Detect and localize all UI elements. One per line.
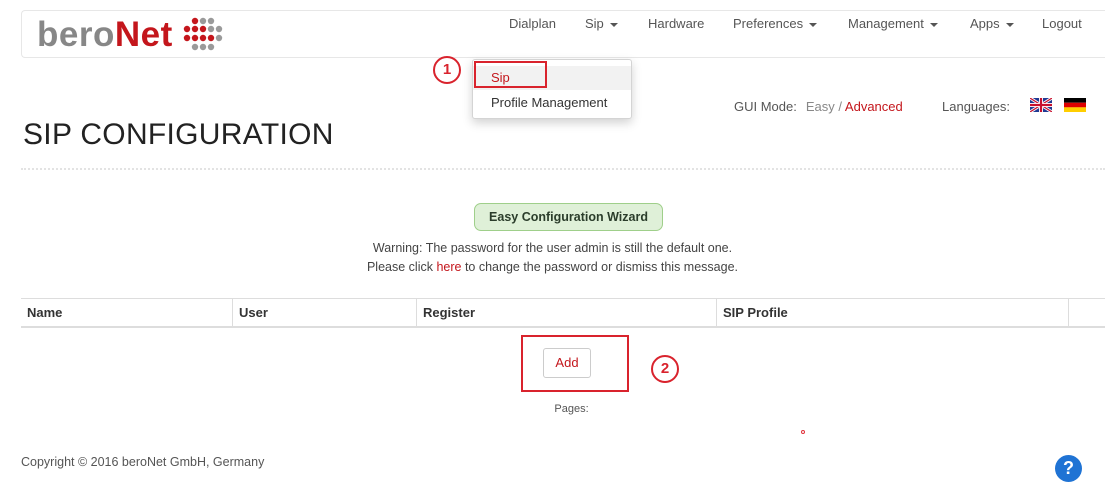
warning-line-1: Warning: The password for the user admin…: [372, 241, 733, 255]
column-header-sip-profile[interactable]: SIP Profile: [717, 299, 1069, 327]
nav-hardware[interactable]: Hardware: [648, 16, 704, 31]
footer-copyright: Copyright © 2016 beroNet GmbH, Germany: [21, 455, 265, 469]
annotation-marker-2: 2: [651, 355, 679, 383]
nav-dialplan-label: Dialplan: [509, 16, 556, 31]
caret-down-icon: [929, 22, 938, 27]
nav-logout[interactable]: Logout: [1042, 16, 1082, 31]
title-divider: [21, 168, 1105, 170]
sip-accounts-table: Name User Register SIP Profile: [21, 298, 1105, 328]
logo-text-net: Net: [114, 14, 173, 54]
gui-mode-switch: GUI Mode: Easy / Advanced: [734, 99, 903, 114]
logo-text-bero: bero: [37, 14, 115, 54]
gui-mode-advanced-link[interactable]: Advanced: [845, 99, 903, 114]
nav-sip-label: Sip: [585, 16, 604, 31]
column-header-register[interactable]: Register: [417, 299, 717, 327]
nav-sip[interactable]: Sip: [585, 16, 618, 31]
warning-line-2: Please click here to change the password…: [0, 260, 1105, 274]
nav-preferences[interactable]: Preferences: [733, 16, 818, 31]
table-header: Name User Register SIP Profile: [21, 298, 1105, 328]
nav-hardware-label: Hardware: [648, 16, 705, 31]
nav-management-label: Management: [848, 16, 924, 31]
easy-configuration-wizard-button[interactable]: Easy Configuration Wizard: [474, 203, 663, 231]
logo-dots-icon: [183, 17, 222, 51]
languages-label: Languages:: [942, 99, 1010, 114]
caret-down-icon: [1005, 22, 1014, 27]
gui-mode-separator: /: [838, 99, 843, 114]
uk-flag-icon[interactable]: [1030, 98, 1052, 112]
annotation-marker-1: 1: [433, 56, 461, 84]
nav-dialplan[interactable]: Dialplan: [509, 16, 556, 31]
gui-mode-label: GUI Mode:: [734, 99, 797, 114]
nav-management[interactable]: Management: [848, 16, 938, 31]
warning-text-after: to change the password or dismiss this m…: [461, 260, 739, 274]
nav-logout-label: Logout: [1042, 16, 1082, 31]
warning-text-before: Please click: [366, 260, 437, 274]
caret-down-icon: [609, 22, 618, 27]
page-title: SIP CONFIGURATION: [23, 118, 334, 151]
column-header-user[interactable]: User: [233, 299, 417, 327]
nav-apps-label: Apps: [970, 16, 1000, 31]
red-dot-mark: [801, 430, 805, 434]
dropdown-item-profile-management[interactable]: Profile Management: [473, 92, 631, 114]
caret-down-icon: [809, 22, 818, 27]
add-button[interactable]: Add: [543, 348, 591, 378]
change-password-link[interactable]: here: [436, 260, 461, 274]
help-button[interactable]: ?: [1055, 455, 1082, 482]
top-navbar: beroNet: [21, 10, 1105, 58]
nav-apps[interactable]: Apps: [970, 16, 1014, 31]
nav-preferences-label: Preferences: [733, 16, 804, 31]
gui-mode-easy-link[interactable]: Easy: [806, 99, 835, 114]
column-header-name[interactable]: Name: [21, 299, 233, 327]
highlight-box-sip: [474, 61, 547, 88]
pagination-label: Pages:: [554, 403, 589, 415]
beronet-logo[interactable]: beroNet: [37, 14, 225, 54]
germany-flag-icon[interactable]: [1064, 98, 1086, 112]
